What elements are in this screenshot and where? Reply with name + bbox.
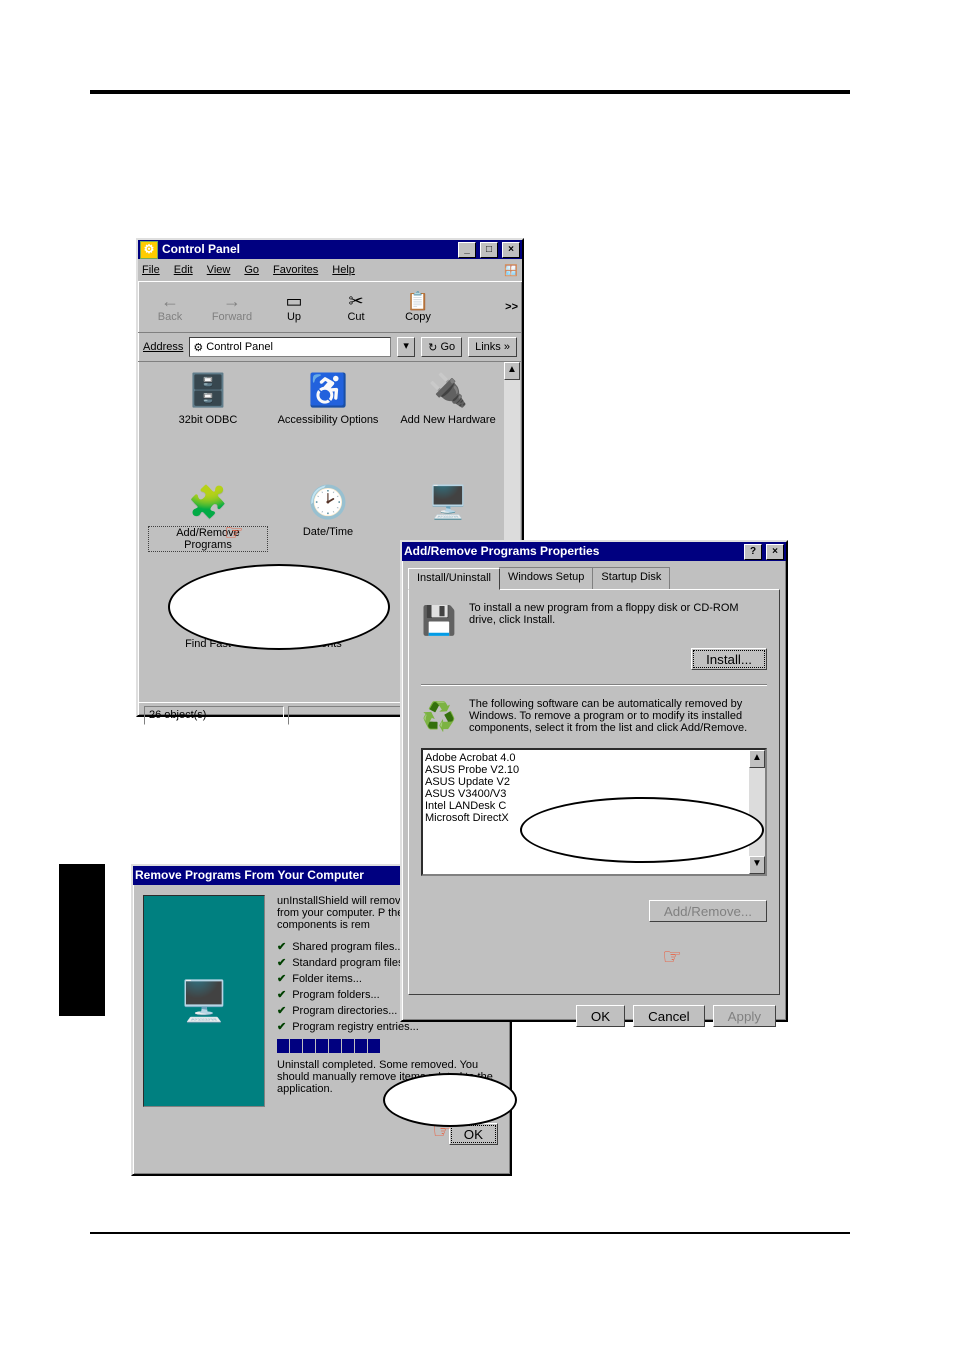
cp-item-accessibility[interactable]: ♿Accessibility Options	[268, 370, 388, 482]
pointer-hand-icon: ☞	[224, 520, 244, 546]
hardware-icon: 🔌	[428, 370, 468, 410]
cancel-button[interactable]: Cancel	[633, 1005, 705, 1027]
remove-description: The following software can be automatica…	[469, 698, 767, 734]
scroll-up-icon[interactable]: ▲	[504, 362, 520, 380]
install-button[interactable]: Install...	[691, 648, 767, 670]
add-remove-programs-icon: 🧩	[188, 482, 228, 522]
rule-bottom	[90, 1232, 850, 1234]
check-icon: ✔	[277, 1020, 286, 1033]
status-object-count: 26 object(s)	[144, 706, 284, 725]
add-remove-programs-dialog: Add/Remove Programs Properties ? × Insta…	[400, 540, 788, 1022]
menu-go[interactable]: Go	[244, 264, 259, 276]
install-description: To install a new program from a floppy d…	[469, 602, 767, 626]
uninstall-title: Remove Programs From Your Computer	[135, 866, 364, 885]
address-field-icon: ⚙	[193, 341, 203, 354]
toolbar-forward[interactable]: →Forward	[204, 292, 260, 323]
check-icon: ✔	[277, 1004, 286, 1017]
add-remove-title: Add/Remove Programs Properties	[404, 542, 599, 561]
close-button[interactable]: ×	[502, 242, 520, 258]
toolbar-back[interactable]: ←Back	[142, 292, 198, 323]
cp-item-add-hardware[interactable]: 🔌Add New Hardware	[388, 370, 508, 482]
toolbar-cut[interactable]: ✂Cut	[328, 292, 384, 323]
tab-panel: 💾 To install a new program from a floppy…	[408, 589, 780, 995]
callout-mask-1	[168, 564, 390, 650]
list-item[interactable]: Adobe Acrobat 4.0	[425, 752, 763, 764]
address-dropdown[interactable]: ▾	[397, 337, 415, 357]
menu-favorites[interactable]: Favorites	[273, 264, 318, 276]
date-time-icon: 🕑	[308, 482, 348, 522]
menu-bar: File Edit View Go Favorites Help 🪟	[138, 259, 522, 281]
install-icon: 💾	[421, 602, 457, 638]
menu-help[interactable]: Help	[332, 264, 355, 276]
rule-top	[90, 90, 850, 94]
scroll-down-icon[interactable]: ▼	[749, 856, 765, 874]
add-remove-button[interactable]: Add/Remove...	[649, 900, 767, 922]
check-icon: ✔	[277, 940, 286, 953]
minimize-button[interactable]: _	[458, 242, 476, 258]
toolbar-up[interactable]: ▭Up	[266, 292, 322, 323]
links-button[interactable]: Links »	[468, 337, 517, 357]
display-icon: 🖥️	[428, 482, 468, 522]
recycle-bin-icon: ♻️	[421, 698, 457, 734]
go-icon: ↻	[428, 341, 437, 354]
check-icon: ✔	[277, 956, 286, 969]
add-remove-title-bar[interactable]: Add/Remove Programs Properties ? ×	[402, 542, 786, 561]
menu-view[interactable]: View	[207, 264, 231, 276]
menu-edit[interactable]: Edit	[174, 264, 193, 276]
up-icon: ▭	[285, 292, 302, 310]
list-scrollbar[interactable]: ▲ ▼	[749, 750, 765, 874]
control-panel-icon: ⚙	[140, 241, 158, 259]
address-value: Control Panel	[206, 341, 273, 353]
toolbar: ←Back →Forward ▭Up ✂Cut 📋Copy >>	[138, 281, 522, 333]
apply-button[interactable]: Apply	[713, 1005, 776, 1027]
callout-mask-3	[383, 1073, 517, 1127]
address-field[interactable]: ⚙ Control Panel	[189, 337, 391, 357]
side-index-tab	[59, 864, 105, 1016]
control-panel-title-bar[interactable]: ⚙ Control Panel _ □ ×	[138, 240, 522, 259]
accessibility-icon: ♿	[308, 370, 348, 410]
check-icon: ✔	[277, 972, 286, 985]
tab-install-uninstall[interactable]: Install/Uninstall	[408, 568, 500, 590]
maximize-button[interactable]: □	[480, 242, 498, 258]
tab-startup-disk[interactable]: Startup Disk	[592, 567, 670, 589]
toolbar-overflow[interactable]: >>	[505, 301, 518, 313]
uninstall-graphic: 🖥️	[143, 895, 265, 1107]
dialog-button-row: OK Cancel Apply	[402, 1001, 786, 1037]
scroll-up-icon[interactable]: ▲	[749, 750, 765, 768]
back-icon: ←	[161, 292, 179, 310]
odbc-icon: 🗄️	[188, 370, 228, 410]
toolbar-copy[interactable]: 📋Copy	[390, 292, 446, 323]
divider	[421, 684, 767, 686]
go-button[interactable]: ↻ Go	[421, 337, 462, 357]
forward-icon: →	[223, 292, 241, 310]
tab-windows-setup[interactable]: Windows Setup	[499, 567, 593, 589]
menu-file[interactable]: File	[142, 264, 160, 276]
address-label: Address	[143, 341, 183, 353]
ok-button[interactable]: OK	[576, 1005, 625, 1027]
copy-icon: 📋	[407, 292, 429, 310]
check-icon: ✔	[277, 988, 286, 1001]
list-item[interactable]: ASUS Update V2	[425, 776, 763, 788]
list-item[interactable]: ASUS V3400/V3	[425, 788, 763, 800]
address-bar: Address ⚙ Control Panel ▾ ↻ Go Links »	[138, 333, 522, 362]
uninstall-progress	[277, 1039, 500, 1053]
help-button[interactable]: ?	[744, 544, 762, 560]
tab-strip: Install/Uninstall Windows Setup Startup …	[408, 567, 780, 589]
windows-flag-icon: 🪟	[504, 264, 518, 277]
cp-item-odbc[interactable]: 🗄️32bit ODBC	[148, 370, 268, 482]
callout-mask-2	[520, 797, 764, 863]
list-item[interactable]: ASUS Probe V2.10	[425, 764, 763, 776]
control-panel-title: Control Panel	[162, 240, 240, 259]
cut-icon: ✂	[348, 292, 363, 310]
close-button[interactable]: ×	[766, 544, 784, 560]
pointer-hand-icon: ☞	[662, 944, 682, 970]
